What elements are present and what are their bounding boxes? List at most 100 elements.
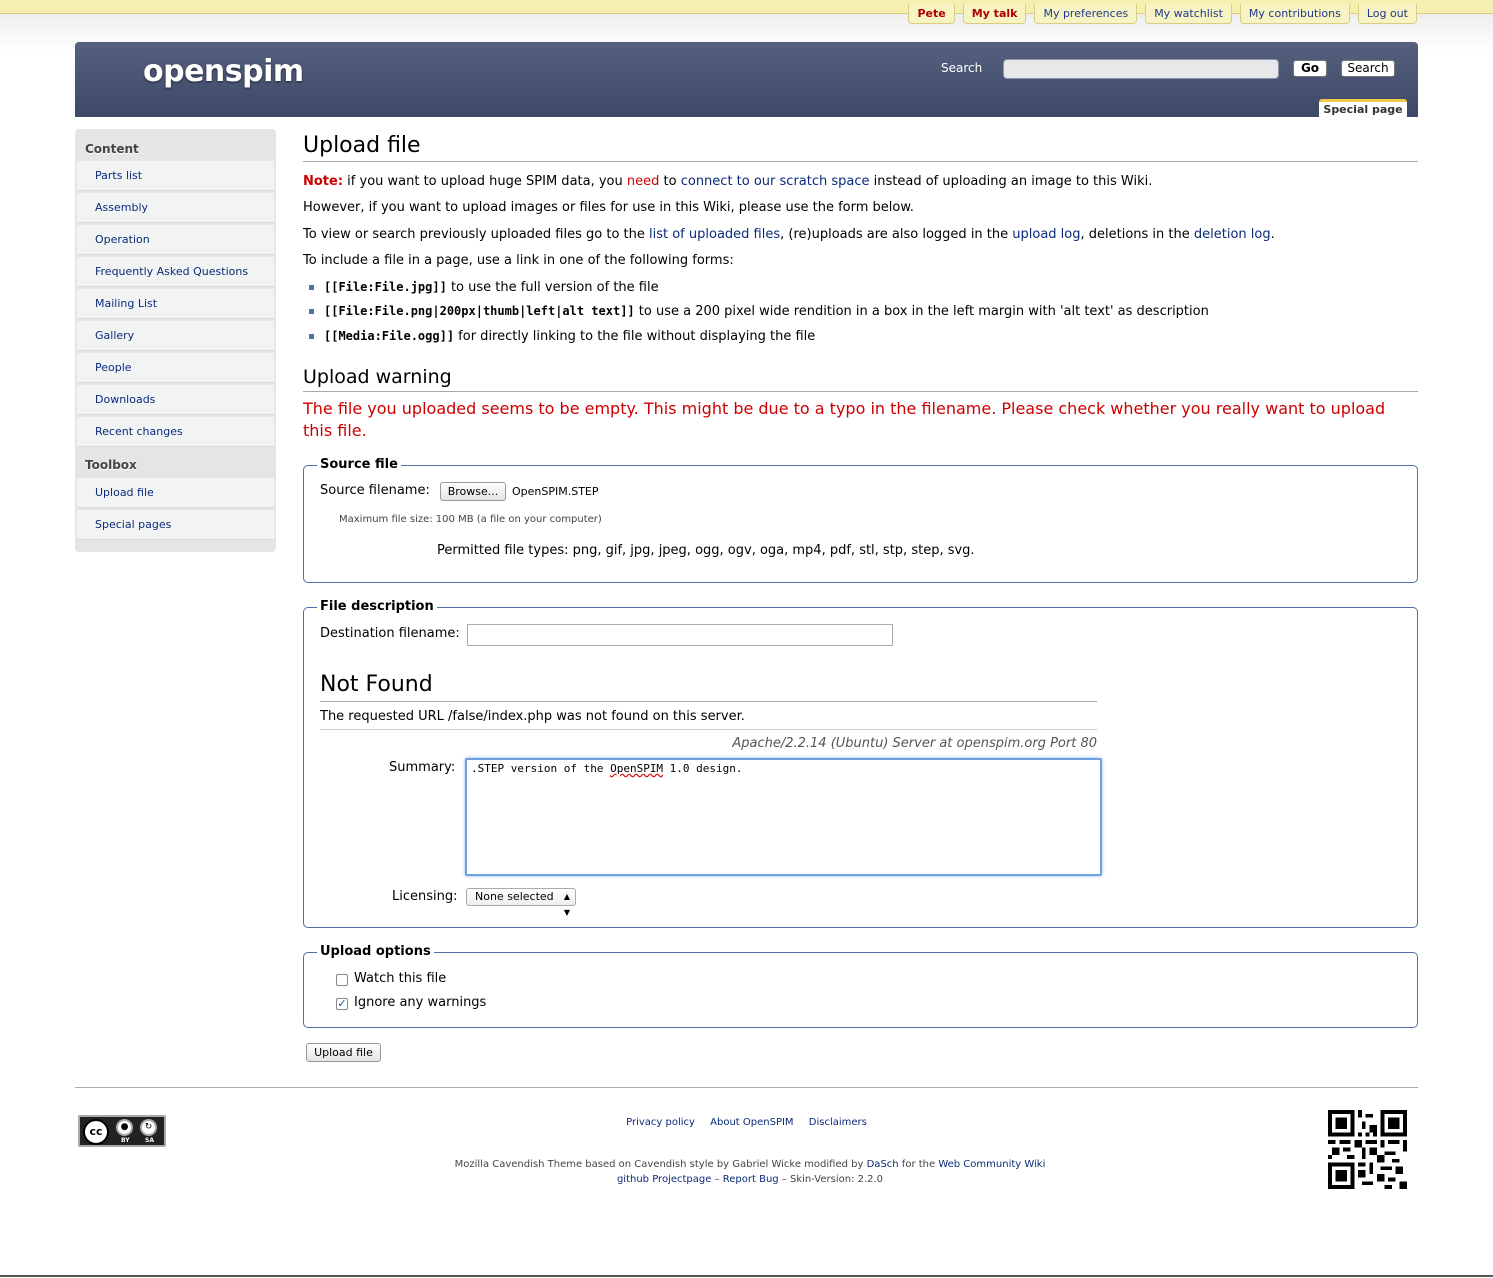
note-label: Note: [303,174,344,189]
sidebar-item-gallery[interactable]: Gallery [77,321,274,351]
file-description-legend: File description [317,599,437,614]
view-paragraph: To view or search previously uploaded fi… [303,227,1275,242]
ignore-warnings-label[interactable]: Ignore any warnings [354,995,486,1010]
privacy-policy-link[interactable]: Privacy policy [626,1117,695,1128]
code-file-jpg: [[File:File.jpg]] [324,280,447,294]
github-projectpage-link[interactable]: github Projectpage [617,1174,711,1185]
licensing-selected-value: None selected [475,890,554,903]
selected-filename: OpenSPIM.STEP [512,485,599,498]
permitted-file-types: Permitted file types: png, gif, jpg, jpe… [437,543,975,558]
code-media-ogg: [[Media:File.ogg]] [324,329,455,343]
footer-links: Privacy policy About OpenSPIM Disclaimer… [0,1117,1493,1128]
sidebar-item-faq[interactable]: Frequently Asked Questions [77,257,274,287]
sidebar-item-parts-list[interactable]: Parts list [77,161,274,191]
disclaimers-link[interactable]: Disclaimers [809,1117,867,1128]
licensing-select[interactable]: None selected ▲ ▼ [466,888,576,917]
search-label: Search [941,61,983,75]
my-watchlist-link[interactable]: My watchlist [1145,4,1232,24]
licensing-label: Licensing: [392,889,458,904]
upload-warning-text: The file you uploaded seems to be empty.… [303,399,1386,440]
summary-text-spellcheck: OpenSPIM [610,762,664,775]
upload-options-fieldset: Upload options Watch this file ✓ Ignore … [303,944,1418,1028]
about-openspim-link[interactable]: About OpenSPIM [710,1117,793,1128]
bullet-icon [309,309,314,314]
footer-divider [75,1087,1418,1088]
credit-text: Mozilla Cavendish Theme based on Cavendi… [454,1159,867,1170]
scratch-space-link[interactable]: connect to our scratch space [681,174,870,189]
browse-button[interactable]: Browse... [440,482,506,501]
sidebar-item-assembly[interactable]: Assembly [77,193,274,223]
list-uploaded-files-link[interactable]: list of uploaded files [649,227,780,242]
credit-text: for the [898,1159,939,1170]
tab-special-page[interactable]: Special page [1319,99,1407,117]
summary-text-pre: .STEP version of the [471,762,611,775]
include-paragraph: To include a file in a page, use a link … [303,253,734,268]
need-link[interactable]: need [627,174,660,189]
summary-textarea[interactable]: .STEP version of the OpenSPIM 1.0 design… [465,758,1102,876]
watch-file-checkbox[interactable] [336,974,348,986]
select-arrows-icon: ▲ ▼ [563,892,570,917]
summary-label: Summary: [389,760,456,775]
qr-code-icon [1328,1110,1407,1189]
search-button[interactable]: Search [1341,60,1395,77]
personal-tools: Pete My talk My preferences My watchlist… [900,4,1417,24]
sidebar-content-title: Content [85,142,139,156]
my-talk-link[interactable]: My talk [962,4,1027,24]
divider [320,729,1097,730]
window-bottom-border [0,1275,1493,1277]
list-item: [[File:File.png|200px|thumb|left|alt tex… [309,304,1209,319]
cc-sa-text: SA [145,1137,154,1144]
upload-log-link[interactable]: upload log [1012,227,1080,242]
source-file-fieldset: Source file Source filename: Browse... O… [303,457,1418,583]
list-item: [[Media:File.ogg]] for directly linking … [309,329,815,344]
footer-credit: Mozilla Cavendish Theme based on Cavendi… [0,1157,1493,1187]
destination-filename-input[interactable] [467,624,893,646]
my-contributions-link[interactable]: My contributions [1239,4,1350,24]
note-text-3: instead of uploading an image to this Wi… [869,174,1153,189]
site-logo[interactable]: openspim [143,54,304,89]
note-text-2: to [659,174,681,189]
upload-options-legend: Upload options [317,944,434,959]
form-description: to use a 200 pixel wide rendition in a b… [634,304,1209,319]
however-paragraph: However, if you want to upload images or… [303,200,914,215]
log-out-link[interactable]: Log out [1357,4,1417,24]
report-bug-link[interactable]: Report Bug [723,1174,779,1185]
sidebar-item-mailing-list[interactable]: Mailing List [77,289,274,319]
sidebar-item-special-pages[interactable]: Special pages [77,510,274,540]
ignore-warnings-checkbox[interactable]: ✓ [336,998,348,1010]
bullet-icon [309,334,314,339]
sidebar-item-downloads[interactable]: Downloads [77,385,274,415]
not-found-title: Not Found [320,672,1097,702]
user-link-pete[interactable]: Pete [908,4,955,24]
sidebar-item-recent-changes[interactable]: Recent changes [77,417,274,447]
site-header: openspim Search Go Search Special page [75,42,1418,117]
bullet-icon [309,285,314,290]
search-input[interactable] [1003,59,1279,79]
note-paragraph: Note: if you want to upload huge SPIM da… [303,174,1152,189]
watch-file-label[interactable]: Watch this file [354,971,446,986]
sidebar-item-people[interactable]: People [77,353,274,383]
sidebar-item-upload-file[interactable]: Upload file [77,478,274,508]
sidebar-item-operation[interactable]: Operation [77,225,274,255]
summary-text-post: 1.0 design. [663,762,743,775]
list-item: [[File:File.jpg]] to use the full versio… [309,280,659,295]
max-file-size: Maximum file size: 100 MB (a file on you… [339,514,602,525]
note-text-1: if you want to upload huge SPIM data, yo… [343,174,627,189]
upload-warning-heading: Upload warning [303,366,1418,392]
view-text-3: , deletions in the [1080,227,1194,242]
go-button[interactable]: Go [1293,60,1327,77]
my-preferences-link[interactable]: My preferences [1034,4,1138,24]
source-file-legend: Source file [317,457,401,472]
deletion-log-link[interactable]: deletion log [1194,227,1271,242]
destination-filename-label: Destination filename: [320,626,460,641]
main-content: Upload file Note: if you want to upload … [303,130,1418,1062]
dasch-link[interactable]: DaSch [867,1159,899,1170]
upload-file-button[interactable]: Upload file [306,1043,381,1062]
cc-by-text: BY [121,1137,130,1144]
credit-separator: – [711,1174,723,1185]
code-file-png: [[File:File.png|200px|thumb|left|alt tex… [324,304,635,318]
view-text-4: . [1270,227,1275,242]
skin-version: – Skin-Version: 2.2.0 [778,1174,884,1185]
web-community-wiki-link[interactable]: Web Community Wiki [938,1159,1045,1170]
sidebar-toolbox-title: Toolbox [85,458,137,472]
